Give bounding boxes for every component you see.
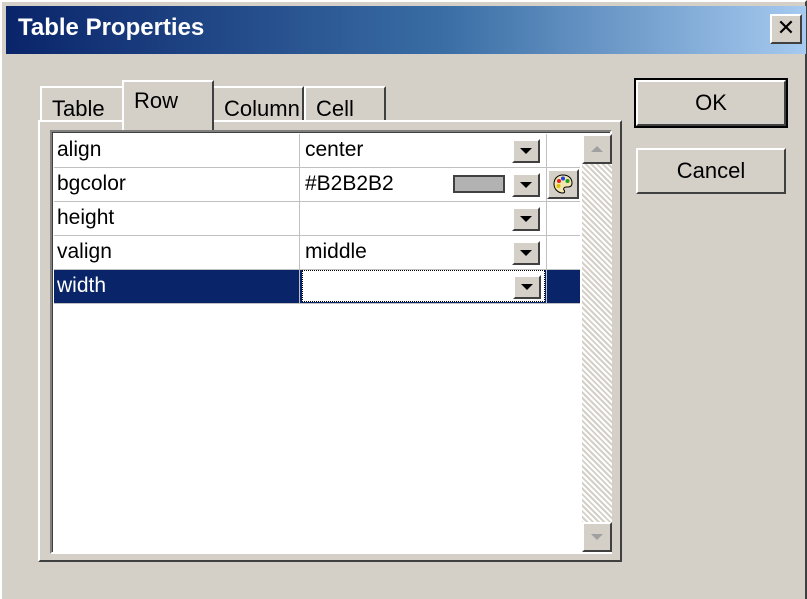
tab-label: Table: [52, 96, 105, 121]
scroll-up-button[interactable]: [582, 134, 612, 164]
property-value: #B2B2B2: [305, 172, 394, 195]
vertical-scrollbar[interactable]: [582, 134, 612, 552]
cancel-label: Cancel: [676, 158, 746, 183]
ok-button[interactable]: OK: [634, 78, 788, 128]
property-name: width: [54, 270, 300, 303]
chevron-down-icon: [520, 250, 532, 256]
table-properties-dialog: Table Properties ✕ Table Row Column Cell…: [0, 0, 807, 599]
property-row-height[interactable]: height: [54, 202, 580, 236]
cancel-button[interactable]: Cancel: [636, 148, 786, 194]
property-name: align: [54, 134, 300, 167]
tab-label: Cell: [316, 96, 354, 121]
tab-label: Column: [224, 96, 300, 121]
chevron-down-icon: [591, 534, 603, 540]
dropdown-button[interactable]: [512, 241, 540, 265]
property-row-valign[interactable]: valign middle: [54, 236, 580, 270]
property-row-bgcolor[interactable]: bgcolor #B2B2B2: [54, 168, 580, 202]
row-extra-cell: [546, 270, 580, 303]
chevron-down-icon: [521, 284, 533, 290]
row-extra-cell: [546, 168, 580, 201]
dropdown-button[interactable]: [512, 139, 540, 163]
chevron-down-icon: [520, 182, 532, 188]
ok-label: OK: [695, 90, 727, 115]
tab-label: Row: [134, 88, 179, 113]
dialog-title: Table Properties: [18, 14, 205, 41]
close-icon: ✕: [776, 16, 796, 41]
row-extra-cell: [546, 134, 580, 167]
property-name: valign: [54, 236, 300, 269]
chevron-down-icon: [520, 216, 532, 222]
property-name: height: [54, 202, 300, 235]
property-value-field[interactable]: [301, 202, 545, 235]
scroll-down-button[interactable]: [582, 522, 612, 552]
property-row-width[interactable]: width: [54, 270, 580, 304]
dropdown-button[interactable]: [513, 275, 541, 299]
property-row-align[interactable]: align center: [54, 134, 580, 168]
palette-icon: [553, 174, 573, 194]
dropdown-button[interactable]: [512, 173, 540, 197]
color-swatch: [453, 175, 505, 193]
property-value-field[interactable]: middle: [301, 236, 545, 269]
property-value-field[interactable]: center: [301, 134, 545, 167]
tab-panel: align center bgcolor #B2B2B2 height vali…: [38, 120, 622, 562]
chevron-up-icon: [591, 146, 603, 152]
title-bar[interactable]: Table Properties ✕: [6, 6, 806, 54]
property-value-field[interactable]: [302, 270, 545, 302]
chevron-down-icon: [520, 148, 532, 154]
close-button[interactable]: ✕: [770, 14, 802, 44]
row-extra-cell: [546, 202, 580, 235]
row-extra-cell: [546, 236, 580, 269]
property-name: bgcolor: [54, 168, 300, 201]
property-value: center: [305, 138, 364, 161]
dropdown-button[interactable]: [512, 207, 540, 231]
property-grid: align center bgcolor #B2B2B2 height vali…: [50, 130, 612, 554]
property-value: middle: [305, 240, 367, 263]
color-picker-button[interactable]: [547, 169, 579, 199]
tab-row[interactable]: Row: [122, 80, 214, 130]
property-value-field[interactable]: #B2B2B2: [301, 168, 545, 201]
